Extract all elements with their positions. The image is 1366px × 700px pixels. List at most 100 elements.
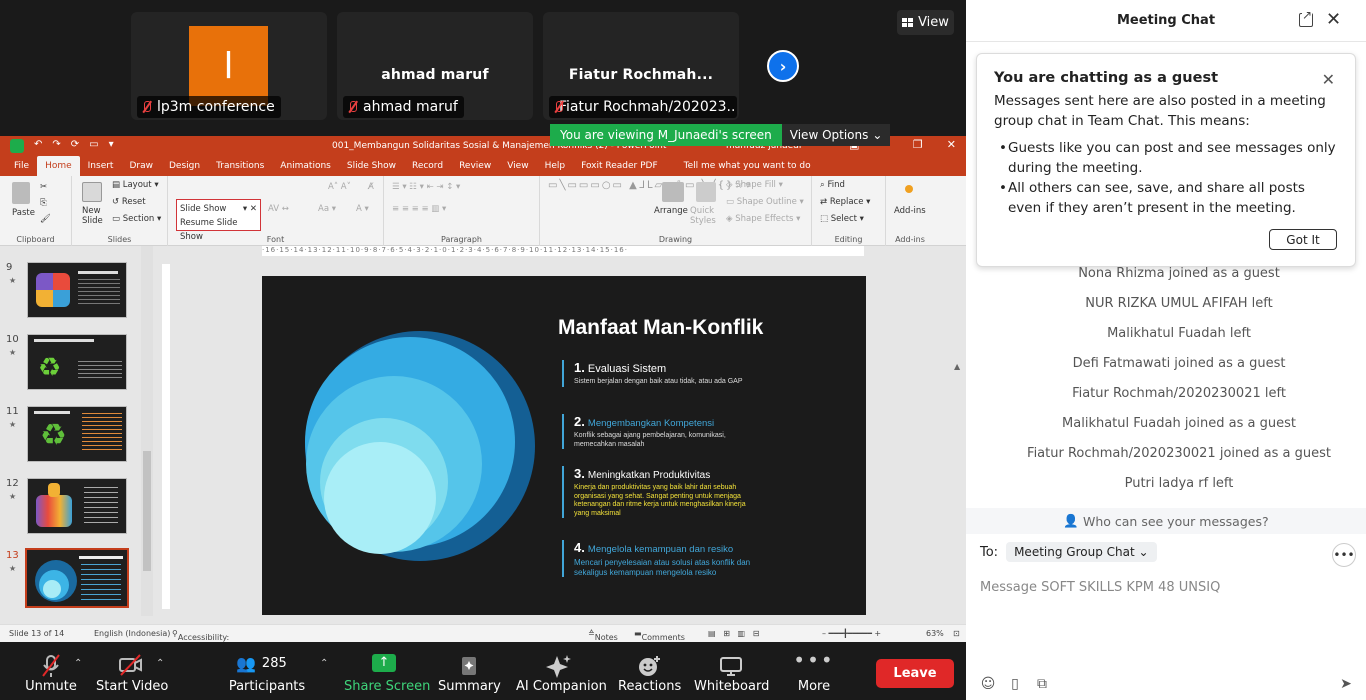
tell-me-search[interactable]: Tell me what you want to do — [676, 156, 819, 176]
shapes-gallery-icon[interactable]: ▭╲▭▭▭○▭ ▲ᒧᒪ▱⇨⇩▭ ╲╱{}☆▿ — [548, 180, 752, 191]
slide-show-select[interactable]: Slide Show ▾ ✕ — [180, 202, 257, 216]
quick-styles-icon[interactable] — [696, 182, 716, 202]
ribbon-tab[interactable]: Draw — [121, 156, 161, 176]
scrollbar-thumb[interactable] — [143, 451, 151, 571]
ribbon-tab[interactable]: Animations — [272, 156, 339, 176]
summary-button[interactable]: Summary — [438, 642, 501, 700]
message-input[interactable] — [980, 576, 1350, 598]
slide-thumbnail-selected[interactable]: 13 ★ — [0, 548, 140, 610]
addins-button[interactable]: Add-ins — [894, 206, 926, 216]
slide-thumbnail[interactable]: 11 ★ ♻ — [0, 406, 140, 466]
spacing-icon[interactable]: AV ↔ — [268, 204, 289, 214]
close-icon[interactable]: ✕ — [1326, 9, 1341, 30]
find-button[interactable]: ⌕ Find — [820, 180, 845, 190]
view-button[interactable]: View — [897, 10, 954, 35]
restore-icon[interactable]: ❐ — [913, 138, 923, 151]
zoom-level[interactable]: 63% — [926, 629, 944, 638]
participants-button[interactable]: 👥 285 Participants — [228, 642, 306, 700]
view-mode-icons[interactable]: ▤ ⊞ ▥ ⊟ — [708, 629, 759, 638]
paste-icon[interactable] — [12, 182, 30, 204]
ribbon-tab[interactable]: File — [6, 156, 37, 176]
dropdown-close-icon[interactable]: ▾ ✕ — [243, 202, 257, 216]
font-color-icon[interactable]: A ▾ — [356, 204, 369, 214]
ribbon-tab[interactable]: Help — [537, 156, 574, 176]
more-button[interactable]: ••• More — [790, 642, 838, 700]
who-can-see-link[interactable]: 👤 Who can see your messages? — [966, 508, 1366, 534]
thumbnail-scrollbar[interactable] — [141, 246, 153, 616]
undo-icon[interactable]: ↶ — [34, 139, 42, 153]
cut-icon[interactable]: ✂ — [40, 182, 47, 192]
editor-scrollbar[interactable]: ▲ ⯯ — [952, 356, 966, 642]
emoji-icon[interactable]: ☺ — [980, 676, 996, 692]
ribbon-tab[interactable]: Home — [37, 156, 80, 176]
reactions-button[interactable]: Reactions — [618, 642, 681, 700]
participant-tile-2[interactable]: ahmad maruf ahmad maruf — [337, 12, 533, 120]
ribbon-tab[interactable]: Record — [404, 156, 451, 176]
customize-icon[interactable]: ▾ — [109, 139, 114, 153]
got-it-button[interactable]: Got It — [1269, 229, 1337, 250]
section-button[interactable]: ▭ Section ▾ — [112, 214, 161, 224]
file-icon[interactable]: ▯ — [1007, 676, 1023, 692]
send-icon[interactable]: ➤ — [1338, 676, 1354, 692]
comments-button[interactable]: ▬ Comments — [634, 629, 685, 642]
copy-icon[interactable]: ⎘ — [40, 198, 47, 208]
screenshot-icon[interactable]: ⧉ — [1034, 676, 1050, 692]
shape-effects-button[interactable]: ◈ Shape Effects ▾ — [726, 214, 800, 224]
slide-show-dropdown[interactable]: Slide Show ▾ ✕ Resume Slide Show — [176, 199, 261, 242]
select-button[interactable]: ⬚ Select ▾ — [820, 214, 864, 224]
paste-label[interactable]: Paste — [12, 208, 35, 218]
start-video-button[interactable]: Start Video — [96, 642, 168, 700]
replace-button[interactable]: ⇄ Replace ▾ — [820, 197, 870, 207]
unmute-button[interactable]: Unmute — [22, 642, 80, 700]
participant-tile-3[interactable]: Fiatur Rochmah... Fiatur Rochmah/202023.… — [543, 12, 739, 120]
clear-format-icon[interactable]: A̸ — [368, 182, 374, 192]
fit-slide-icon[interactable]: ⊡ — [953, 629, 960, 638]
close-icon[interactable]: ✕ — [1322, 70, 1335, 89]
arrange-icon[interactable] — [662, 182, 684, 202]
close-icon[interactable]: ✕ — [947, 138, 956, 151]
present-icon[interactable]: ▭ — [89, 139, 98, 153]
accessibility-status[interactable]: ⚲ Accessibility: Investigate — [172, 629, 229, 642]
ribbon-tab[interactable]: Review — [451, 156, 499, 176]
zoom-slider[interactable]: – ━━━╋━━━━━ + — [822, 629, 881, 638]
bullets-icon[interactable]: ☰ ▾ ☷ ▾ ⇤ ⇥ ↕ ▾ — [392, 182, 460, 192]
ai-companion-button[interactable]: AI Companion — [516, 642, 607, 700]
align-icons[interactable]: ≡ ≡ ≡ ≡ ▥ ▾ — [392, 204, 446, 214]
view-options-button[interactable]: View Options ⌄ — [781, 124, 891, 146]
addins-icon[interactable] — [905, 185, 913, 193]
format-painter-icon[interactable]: 🖌 — [40, 214, 51, 224]
ribbon-tab[interactable]: Slide Show — [339, 156, 404, 176]
ribbon-tab[interactable]: Foxit Reader PDF — [573, 156, 666, 176]
quick-styles-button[interactable]: Quick Styles — [690, 206, 720, 226]
ribbon-tab[interactable]: Insert — [80, 156, 122, 176]
shape-outline-button[interactable]: ▭ Shape Outline ▾ — [726, 197, 804, 207]
resume-slide-show-item[interactable]: Resume Slide Show — [180, 216, 257, 244]
popout-icon[interactable] — [1299, 8, 1313, 27]
whiteboard-button[interactable]: Whiteboard — [694, 642, 769, 700]
ribbon-tab[interactable]: Design — [161, 156, 208, 176]
slide-thumbnail[interactable]: 9 ★ — [0, 262, 140, 322]
share-screen-button[interactable]: ↑ Share Screen — [344, 642, 430, 700]
notes-button[interactable]: ≙ Notes — [588, 629, 618, 642]
more-options-icon[interactable]: ••• — [1332, 543, 1356, 567]
participants-chevron-icon[interactable]: ⌃ — [320, 658, 328, 669]
slide-thumbnail[interactable]: 10 ★ ♻ — [0, 334, 140, 394]
ribbon-tab[interactable]: Transitions — [208, 156, 272, 176]
next-participants-button[interactable]: › — [767, 50, 799, 82]
refresh-icon[interactable]: ⟳ — [71, 139, 79, 153]
new-slide-icon[interactable] — [82, 182, 102, 202]
audio-options-chevron-icon[interactable]: ⌃ — [74, 658, 82, 669]
change-case-icon[interactable]: Aa ▾ — [318, 204, 336, 214]
participant-tile-1[interactable]: l lp3m conference — [131, 12, 327, 120]
layout-button[interactable]: ▤ Layout ▾ — [112, 180, 159, 190]
recipient-select[interactable]: Meeting Group Chat ⌄ — [1006, 542, 1157, 562]
scroll-up-icon[interactable]: ▲ — [954, 362, 960, 371]
redo-icon[interactable]: ↷ — [52, 139, 60, 153]
language-indicator[interactable]: English (Indonesia) — [94, 629, 170, 638]
reset-button[interactable]: ↺ Reset — [112, 197, 146, 207]
arrange-button[interactable]: Arrange — [654, 206, 688, 216]
new-slide-button[interactable]: New Slide — [82, 206, 106, 226]
ribbon-tab[interactable]: View — [499, 156, 536, 176]
leave-button[interactable]: Leave — [876, 659, 954, 688]
shape-fill-button[interactable]: ◇ Shape Fill ▾ — [726, 180, 783, 190]
